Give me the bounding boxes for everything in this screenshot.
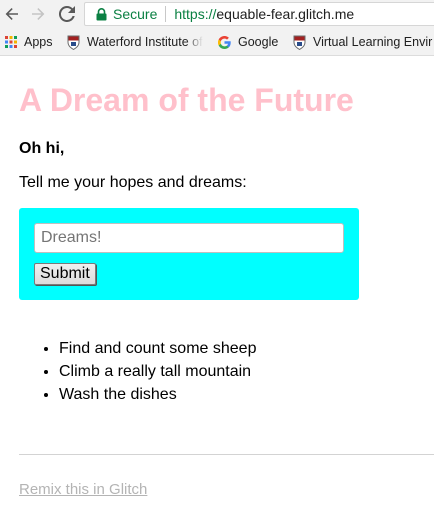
dream-item: Climb a really tall mountain (59, 362, 256, 385)
bookmark-apps[interactable]: Apps (5, 29, 53, 55)
url-scheme: https:// (174, 6, 217, 22)
dream-form: Submit (19, 208, 359, 300)
omnibox-divider (165, 6, 167, 22)
prompt-text: Tell me your hopes and dreams: (19, 174, 247, 191)
bookmark-virtual-learning[interactable]: Virtual Learning Envir (293, 29, 432, 55)
submit-button[interactable]: Submit (34, 263, 96, 285)
remix-link[interactable]: Remix this in Glitch (19, 481, 147, 498)
browser-toolbar: Secure https://equable-fear.glitch.me (0, 0, 434, 29)
url-text[interactable]: https://equable-fear.glitch.me (174, 6, 354, 22)
forward-icon[interactable] (27, 3, 49, 25)
url-host: equable-fear.glitch.me (216, 6, 355, 22)
page-title: A Dream of the Future (19, 82, 354, 118)
dream-item: Find and count some sheep (59, 339, 256, 362)
reload-icon[interactable] (56, 3, 78, 25)
crest-icon (67, 35, 80, 50)
bookmarks-bar: Apps Waterford Institute of Google Virtu… (0, 29, 434, 56)
back-icon[interactable] (1, 3, 23, 25)
footer-divider (19, 454, 434, 455)
dreams-list: Find and count some sheep Climb a really… (19, 339, 256, 408)
bookmark-label: Virtual Learning Envir (313, 35, 433, 49)
bookmark-label: Apps (24, 35, 53, 49)
address-bar[interactable]: Secure https://equable-fear.glitch.me (84, 2, 434, 26)
bookmark-label: Google (238, 35, 279, 49)
bookmark-google[interactable]: Google (218, 29, 278, 55)
lock-icon (95, 7, 107, 21)
google-icon (218, 35, 231, 49)
dream-item: Wash the dishes (59, 385, 256, 408)
bookmark-waterford-institute[interactable]: Waterford Institute of (67, 29, 203, 55)
bookmark-label: Waterford Institute of (87, 35, 203, 49)
dream-input[interactable] (34, 223, 344, 253)
apps-grid-icon (5, 36, 17, 48)
crest-icon (293, 35, 306, 50)
greeting-text: Oh hi, (19, 140, 65, 157)
secure-label: Secure (113, 6, 158, 22)
